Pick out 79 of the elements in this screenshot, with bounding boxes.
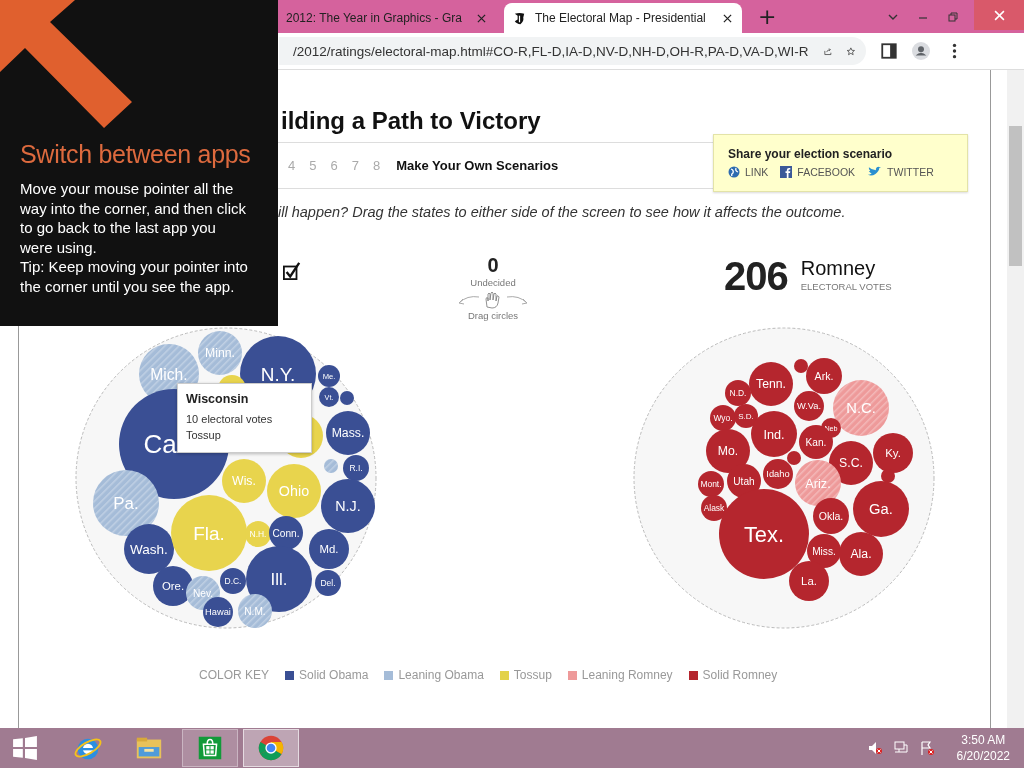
state-bubble[interactable]: Ky. xyxy=(873,433,913,473)
state-bubble[interactable]: Wash. xyxy=(124,524,174,574)
newspaper-logo-icon xyxy=(512,10,527,26)
state-bubble[interactable]: D.C. xyxy=(220,568,246,594)
side-panel-icon[interactable] xyxy=(880,42,898,60)
state-bubble[interactable]: Wyo. xyxy=(710,405,736,431)
share-link[interactable]: FACEBOOK xyxy=(797,166,856,178)
state-bubble[interactable]: Conn. xyxy=(269,516,303,550)
tip-text: Move your mouse pointer all the way into the corner, and then click to go back to the last app you were using. xyxy=(20,179,247,257)
tip-hint: Tip: Keep moving your pointer into the corner until you see the app. xyxy=(20,257,249,296)
globe-icon xyxy=(728,166,740,178)
state-bubble[interactable] xyxy=(340,391,354,405)
scenario-link[interactable]: Make Your Own Scenarios xyxy=(396,158,559,173)
state-bubble[interactable]: W.Va. xyxy=(794,391,824,421)
state-bubble[interactable]: S.D. xyxy=(734,404,758,428)
state-bubble[interactable]: Mass. xyxy=(326,411,370,455)
address-field[interactable]: /2012/ratings/electoral-map.html#CO-R,FL-D,IA-D,NV-D,NH-D,OH-R,PA-D,VA-D,WI-R xyxy=(279,37,866,65)
state-bubble[interactable] xyxy=(787,451,801,465)
taskbar-app[interactable] xyxy=(243,729,299,767)
state-bubble[interactable] xyxy=(881,469,895,483)
state-bubble[interactable]: Ala. xyxy=(839,532,883,576)
clock-time[interactable]: 3:50 AM xyxy=(961,732,1006,748)
action-center-flag-icon[interactable] xyxy=(918,740,935,756)
electoral-votes-label: ELECTORAL VOTES xyxy=(800,281,892,292)
state-bubble[interactable]: N.D. xyxy=(725,380,751,406)
state-bubble[interactable]: Del. xyxy=(315,570,341,596)
speaker-muted-icon[interactable] xyxy=(866,740,883,756)
state-bubble[interactable]: Mont. xyxy=(698,471,724,497)
drag-hand-icon xyxy=(457,291,529,309)
chrome-icon xyxy=(256,733,286,763)
share-title: Share your election scenario xyxy=(728,147,894,161)
color-key-label: Solid Obama xyxy=(299,668,369,682)
menu-icon[interactable] xyxy=(952,42,957,60)
checked-box-icon xyxy=(283,261,301,281)
state-bubble[interactable]: Ind. xyxy=(751,411,797,457)
color-key-label: Leaning Romney xyxy=(581,668,673,682)
close-icon[interactable] xyxy=(723,13,732,23)
undecided-label: Undecided xyxy=(470,277,516,289)
clock-date[interactable]: 6/20/2022 xyxy=(956,748,1010,764)
drag-hint: Drag circles xyxy=(467,310,519,322)
profile-icon[interactable] xyxy=(912,42,930,60)
state-bubble[interactable] xyxy=(794,359,808,373)
share-link[interactable]: TWITTER xyxy=(887,166,934,178)
color-key-label: Solid Romney xyxy=(702,668,778,682)
facebook-icon xyxy=(780,166,793,178)
state-bubble[interactable]: Okla. xyxy=(813,498,849,534)
undecided-count: 0 xyxy=(487,253,499,277)
taskbar-app[interactable] xyxy=(182,729,238,767)
color-key-label: Tossup xyxy=(513,668,552,682)
new-tab-button[interactable]: + xyxy=(754,3,781,31)
state-bubble[interactable]: N.J. xyxy=(321,479,375,533)
color-key-label: Leaning Obama xyxy=(398,668,484,682)
restore-icon[interactable] xyxy=(947,11,959,23)
state-bubble[interactable]: Idaho xyxy=(763,459,793,489)
close-icon xyxy=(993,9,1005,21)
state-bubble[interactable]: Tenn. xyxy=(749,362,793,406)
windows-start-icon[interactable] xyxy=(12,735,38,761)
browser-tab[interactable]: The Electoral Map - Presidential xyxy=(504,3,742,33)
scrollbar-thumb[interactable] xyxy=(1009,126,1022,266)
close-window-button[interactable] xyxy=(974,0,1024,30)
state-bubble[interactable]: Ark. xyxy=(806,358,842,394)
state-bubble[interactable]: Hawai xyxy=(203,597,233,627)
instructions-text: ill happen? Drag the states to either side of the screen to see how it affects the outcome. xyxy=(278,204,847,220)
scrollbar[interactable] xyxy=(1007,70,1024,728)
state-bubble[interactable]: La. xyxy=(789,561,829,601)
state-bubble[interactable]: Md. xyxy=(309,529,349,569)
state-bubble[interactable]: Alask xyxy=(701,495,727,521)
candidate-name: Romney xyxy=(800,257,877,279)
romney-vote-count: 206 xyxy=(724,253,788,299)
color-key-title: COLOR KEY xyxy=(199,668,270,682)
browser-tab[interactable]: 2012: The Year in Graphics - Gra xyxy=(278,3,496,33)
tip-title: Switch between apps xyxy=(20,140,252,169)
state-bubble[interactable]: R.I. xyxy=(343,455,369,481)
tooltip-rating: Tossup xyxy=(186,428,222,443)
network-icon[interactable] xyxy=(892,740,909,756)
page-heading: ilding a Path to Victory xyxy=(281,108,542,134)
state-bubble[interactable]: Ga. xyxy=(853,481,909,537)
bird-icon xyxy=(867,166,883,178)
share-link[interactable]: LINK xyxy=(745,166,769,178)
